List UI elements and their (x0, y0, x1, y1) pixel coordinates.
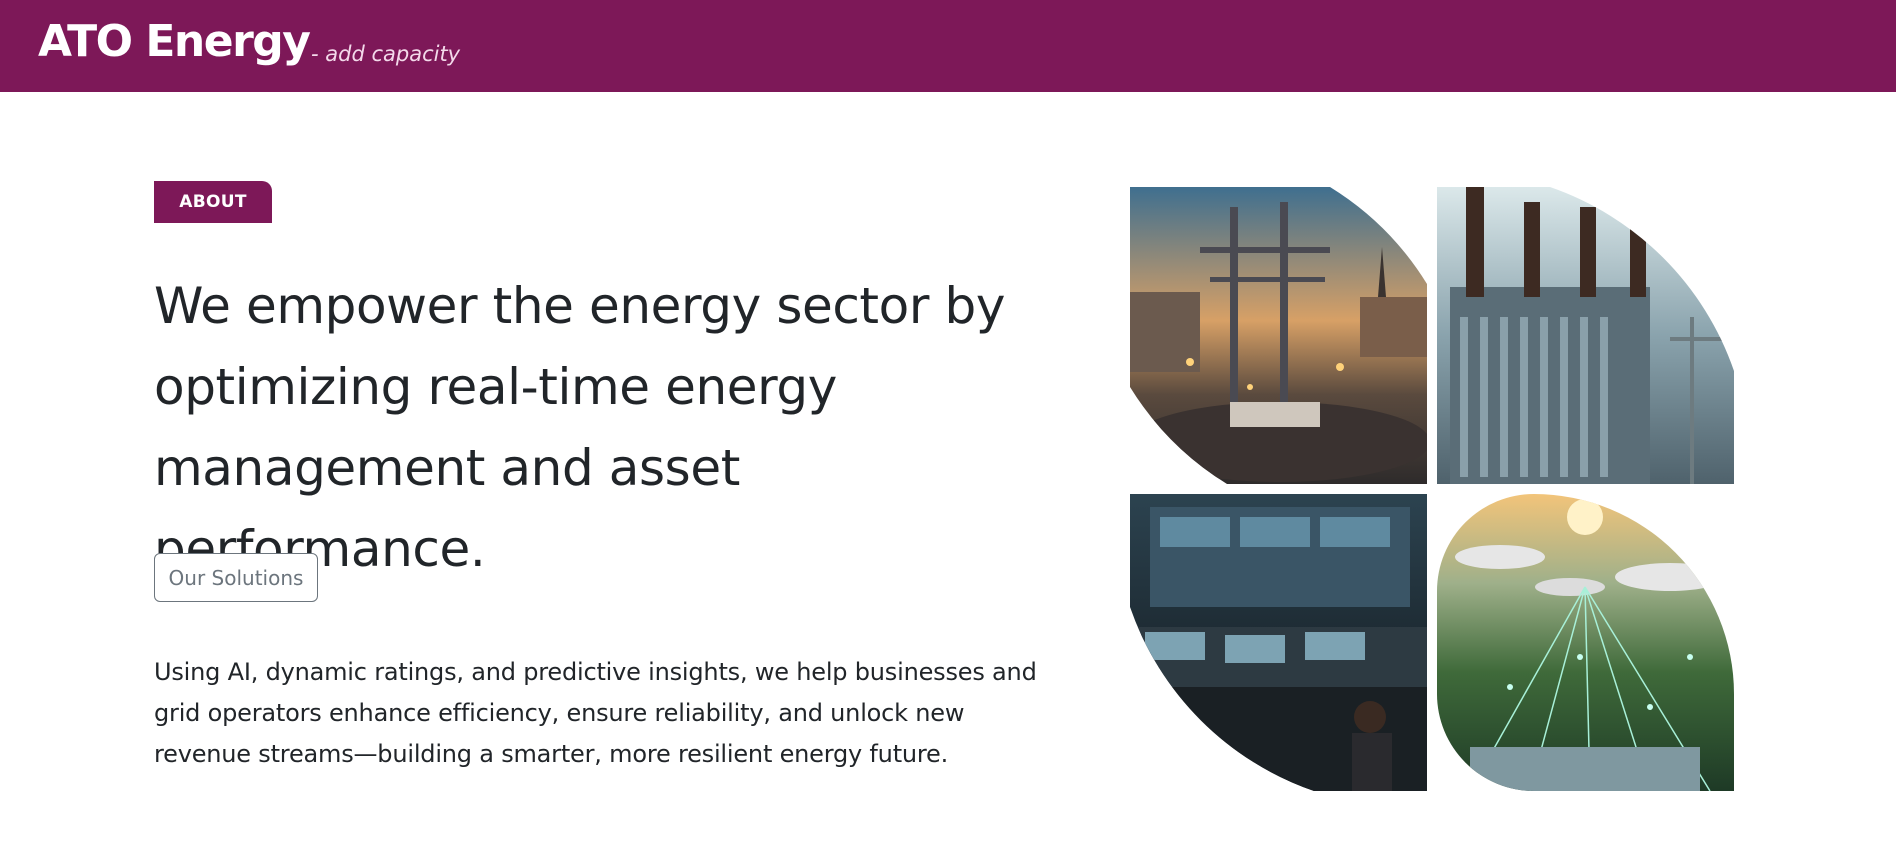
brand-tagline: - add capacity (311, 42, 461, 66)
energy-collage-image (1130, 187, 1734, 791)
about-badge: ABOUT (154, 181, 272, 223)
brand-logo[interactable]: ATO Energy (38, 12, 311, 72)
site-header: ATO Energy - add capacity (0, 0, 1896, 92)
our-solutions-button[interactable]: Our Solutions (154, 553, 318, 602)
about-headline: We empower the energy sector by optimizi… (154, 277, 1006, 578)
about-description: Using AI, dynamic ratings, and predictiv… (154, 658, 1037, 768)
